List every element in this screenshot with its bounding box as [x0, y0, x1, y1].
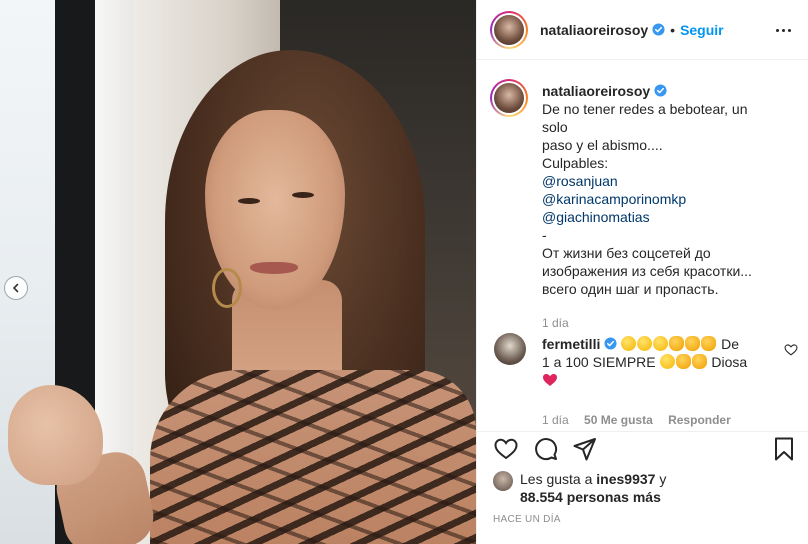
paper-plane-icon[interactable]: [572, 436, 598, 462]
reply-button[interactable]: Responder: [668, 413, 731, 427]
caption-line-ru: всего один шаг и пропасть.: [542, 281, 719, 297]
author-username[interactable]: nataliaoreirosoy: [540, 22, 648, 38]
likes-prefix: Les gusta a: [520, 471, 593, 487]
bookmark-icon[interactable]: [771, 436, 797, 462]
mention-link[interactable]: @rosanjuan: [542, 172, 770, 190]
commenter-username[interactable]: fermetilli: [542, 336, 600, 352]
caption-time[interactable]: 1 día: [542, 314, 770, 332]
clap-emoji-icon: [701, 336, 717, 351]
carousel-prev-button[interactable]: [4, 276, 28, 300]
comment-meta: 1 día 50 Me gusta Responder: [542, 413, 743, 427]
comments-area: nataliaoreirosoy De no tener redes a beb…: [477, 61, 808, 431]
post-side-panel: nataliaoreirosoy • Seguir nataliaoreiros…: [476, 0, 808, 544]
comment-text: 1 a 100 SIEMPRE: [542, 354, 656, 370]
caption-username[interactable]: nataliaoreirosoy: [542, 83, 650, 99]
likes-connector: y: [659, 471, 667, 487]
caption-line: De no tener redes a bebotear, un solo: [542, 101, 748, 135]
comment-text: Diosa: [711, 354, 748, 370]
more-options-icon[interactable]: [771, 18, 795, 42]
caption-dash: -: [542, 227, 547, 243]
heart-icon[interactable]: [493, 436, 519, 462]
liker-username[interactable]: ines9937: [596, 471, 655, 487]
mention-link[interactable]: @karinacamporinomkp: [542, 190, 770, 208]
left-eye: [238, 198, 260, 204]
caption-line: paso y el abismo....: [542, 137, 663, 153]
like-comment-heart-icon[interactable]: [784, 343, 798, 357]
author-avatar[interactable]: [490, 10, 528, 49]
likes-count[interactable]: 88.554 personas más: [520, 489, 661, 505]
comment-bubble-icon[interactable]: [533, 436, 559, 462]
follow-button[interactable]: Seguir: [680, 22, 724, 38]
liker-avatar[interactable]: [493, 471, 513, 491]
red-heart-emoji-icon: [543, 374, 557, 386]
lips: [250, 262, 298, 274]
laughing-emoji-icon: [653, 336, 669, 351]
grinning-emoji-icon: [637, 336, 653, 351]
post-header: nataliaoreirosoy • Seguir: [477, 0, 808, 60]
laughing-emoji-icon: [621, 336, 637, 351]
hoop-earring: [212, 268, 242, 308]
separator: •: [670, 21, 676, 38]
right-eye: [292, 192, 314, 198]
caption-line: Culpables:: [542, 155, 609, 171]
post-timestamp[interactable]: HACE UN DÍA: [493, 514, 561, 525]
tiger-print-top: [150, 370, 476, 544]
verified-badge-icon: [654, 84, 667, 97]
laughing-emoji-icon: [659, 354, 675, 369]
verified-badge-icon: [604, 337, 617, 350]
mention-link[interactable]: @giachinomatias: [542, 208, 770, 226]
caption-line-ru: изображения из себя красотки...: [542, 263, 752, 279]
action-bar: [477, 431, 808, 461]
chevron-left-icon: [12, 283, 19, 293]
clap-emoji-icon: [685, 336, 701, 351]
commenter-avatar[interactable]: [494, 333, 526, 365]
caption-line-ru: От жизни без соцсетей до: [542, 245, 711, 261]
clap-emoji-icon: [675, 354, 691, 369]
comment-likes[interactable]: 50 Me gusta: [584, 413, 653, 427]
comment-text: De: [721, 336, 740, 352]
clap-emoji-icon: [669, 336, 685, 351]
clap-emoji-icon: [691, 354, 707, 369]
verified-badge-icon: [652, 23, 665, 36]
caption-avatar[interactable]: [490, 79, 528, 117]
comment-time[interactable]: 1 día: [542, 413, 569, 427]
post-media[interactable]: [0, 0, 476, 544]
